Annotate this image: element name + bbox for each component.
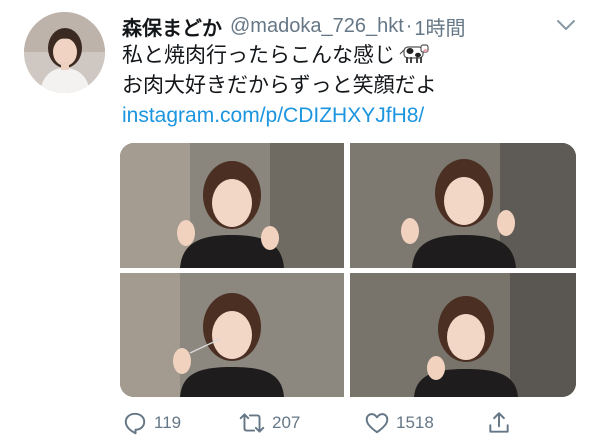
reply-icon — [124, 412, 146, 435]
photo-3[interactable] — [120, 273, 344, 397]
retweet-icon — [239, 413, 265, 433]
reply-button[interactable]: 119 — [122, 408, 181, 438]
tweet-actions: 119 207 1518 — [122, 408, 582, 438]
display-name[interactable]: 森保まどか — [122, 12, 222, 41]
retweet-count: 207 — [272, 413, 301, 432]
tweet-timestamp[interactable]: 1時間 — [414, 12, 465, 41]
separator-dot: · — [405, 14, 413, 37]
chevron-down-icon[interactable] — [554, 13, 578, 37]
photo-1[interactable] — [120, 143, 344, 268]
user-handle[interactable]: @madoka_726_hkt — [230, 15, 404, 38]
instagram-link[interactable]: instagram.com/p/CDIZHXYJfH8/ — [122, 102, 424, 130]
heart-icon — [365, 413, 389, 434]
tweet-text-1: 私と焼肉行ったらこんな感じ — [122, 44, 395, 67]
retweet-button[interactable]: 207 — [238, 408, 300, 438]
photo-2[interactable] — [350, 143, 576, 268]
cow-icon — [399, 42, 429, 74]
tweet-header: 森保まどか @madoka_726_hkt · 1時間 — [122, 12, 466, 40]
photo-4[interactable] — [350, 273, 576, 397]
share-button[interactable] — [486, 408, 518, 438]
tweet-text-line-1: 私と焼肉行ったらこんな感じ — [122, 42, 429, 74]
media-grid — [120, 143, 576, 397]
avatar[interactable] — [24, 12, 105, 93]
share-icon — [489, 412, 509, 433]
reply-count: 119 — [154, 413, 182, 432]
like-count: 1518 — [396, 413, 434, 432]
like-button[interactable]: 1518 — [364, 408, 434, 438]
tweet-text-line-2: お肉大好きだからずっと笑顔だよ — [122, 72, 437, 100]
tweet-text-2: お肉大好きだからずっと笑顔だよ — [122, 74, 437, 97]
